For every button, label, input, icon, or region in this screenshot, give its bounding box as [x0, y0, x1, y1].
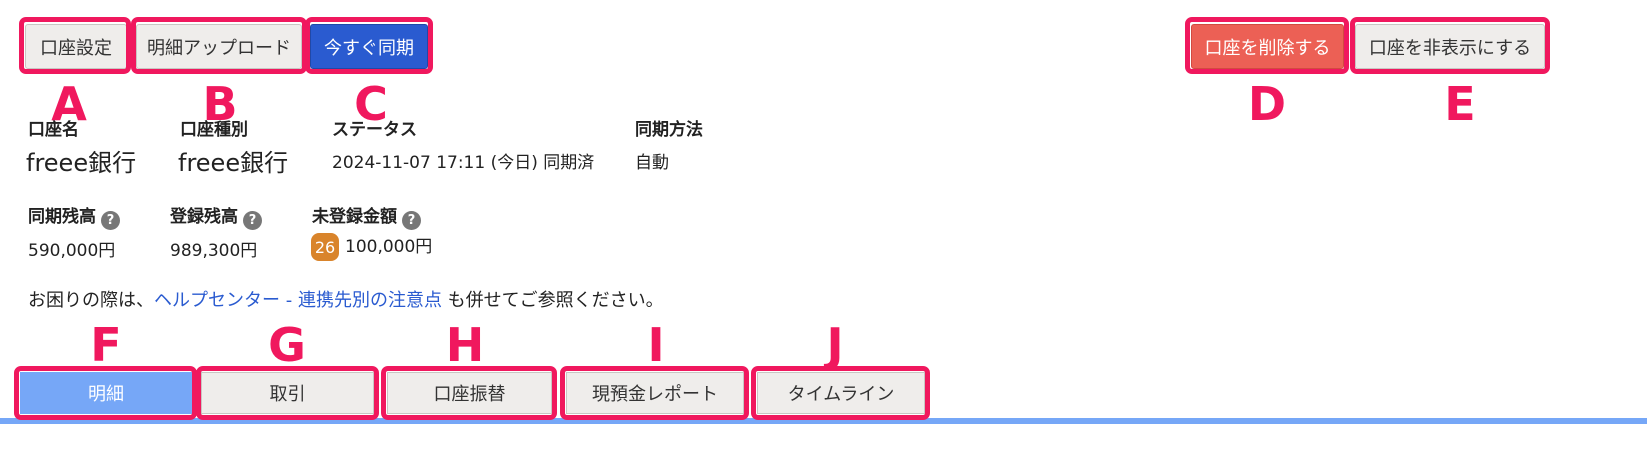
provider-notes-link[interactable]: 連携先別の注意点	[298, 290, 442, 311]
sync-method-label: 同期方法	[635, 120, 703, 140]
marker-b: B	[202, 77, 238, 131]
help-icon[interactable]: ?	[402, 211, 421, 230]
unregistered-amount-label-text: 未登録金額	[312, 207, 397, 227]
help-note-prefix: お困りの際は、	[28, 290, 154, 311]
registered-balance-label: 登録残高?	[170, 202, 262, 230]
marker-g: G	[268, 318, 306, 372]
highlight-box-c	[305, 17, 433, 74]
account-type-value: freee銀行	[178, 149, 289, 177]
marker-a: A	[51, 77, 87, 131]
marker-h: H	[445, 318, 485, 372]
highlight-box-f	[14, 366, 197, 420]
highlight-box-b	[131, 17, 307, 74]
marker-d: D	[1247, 77, 1287, 131]
highlight-box-j	[751, 366, 930, 420]
marker-i: I	[647, 318, 665, 372]
highlight-box-a	[19, 17, 131, 74]
help-note-separator: -	[280, 290, 298, 311]
synced-balance-value: 590,000円	[28, 241, 116, 261]
help-icon[interactable]: ?	[101, 211, 120, 230]
highlight-box-e	[1350, 17, 1550, 74]
marker-e: E	[1444, 77, 1476, 131]
help-note: お困りの際は、ヘルプセンター - 連携先別の注意点 も併せてご参照ください。	[28, 286, 664, 312]
marker-j: J	[826, 318, 844, 372]
highlight-box-h	[381, 366, 557, 420]
help-center-link[interactable]: ヘルプセンター	[154, 290, 280, 311]
help-note-suffix: も併せてご参照ください。	[441, 290, 664, 311]
synced-balance-label: 同期残高?	[28, 202, 120, 230]
registered-balance-value: 989,300円	[170, 241, 258, 261]
highlight-box-g	[196, 366, 379, 420]
marker-f: F	[90, 318, 122, 372]
registered-balance-label-text: 登録残高	[170, 207, 238, 227]
highlight-box-i	[560, 366, 749, 420]
status-value: 2024-11-07 17:11 (今日) 同期済	[332, 153, 595, 173]
unregistered-amount-row: 26 100,000円	[311, 232, 432, 261]
unregistered-amount-value: 100,000円	[345, 237, 433, 257]
marker-c: C	[354, 77, 388, 131]
account-name-value: freee銀行	[26, 149, 137, 177]
sync-method-value: 自動	[635, 153, 669, 173]
highlight-box-d	[1185, 17, 1349, 74]
unregistered-count-badge[interactable]: 26	[311, 233, 339, 261]
synced-balance-label-text: 同期残高	[28, 207, 96, 227]
unregistered-amount-label: 未登録金額?	[312, 202, 421, 230]
help-icon[interactable]: ?	[243, 211, 262, 230]
